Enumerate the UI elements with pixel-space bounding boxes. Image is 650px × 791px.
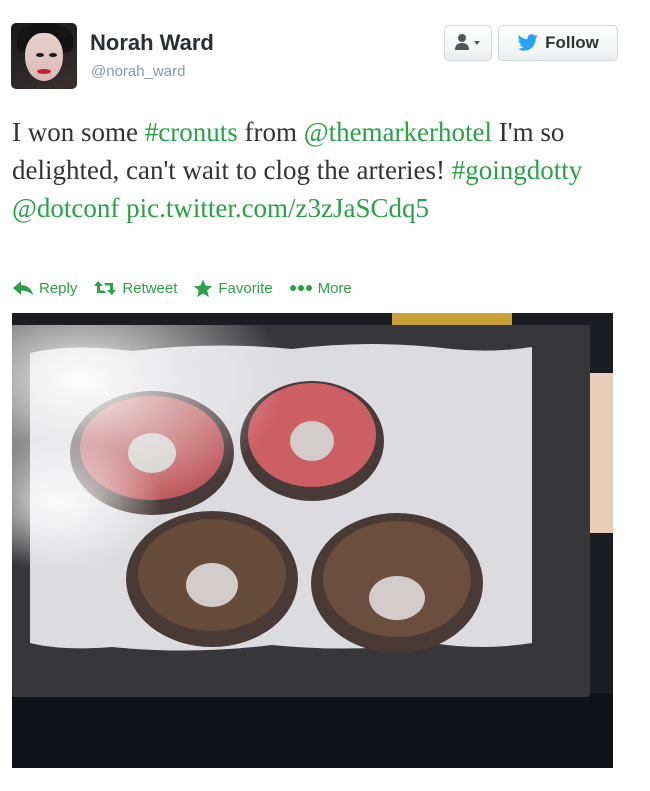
tweet-entity-link[interactable]: pic.twitter.com/z3zJaSCdq5 xyxy=(126,193,429,223)
user-actions-dropdown-button[interactable] xyxy=(444,25,492,61)
tweet-photo[interactable] xyxy=(12,313,613,768)
retweet-label: Retweet xyxy=(122,279,178,297)
reply-arrow-icon xyxy=(13,281,33,295)
user-handle[interactable]: @norah_ward xyxy=(91,63,185,80)
tweet-entity-link[interactable]: @themarkerhotel xyxy=(304,117,492,147)
retweet-button[interactable]: Retweet xyxy=(93,280,177,297)
cronut-box-image xyxy=(12,313,613,768)
reply-label: Reply xyxy=(39,279,78,297)
more-label: More xyxy=(317,279,352,297)
twitter-bird-icon xyxy=(517,34,538,51)
follow-label: Follow xyxy=(545,33,599,52)
tweet-text: I won some #cronuts from @themarkerhotel… xyxy=(12,113,637,227)
more-button[interactable]: More xyxy=(289,280,352,297)
tweet-entity-link[interactable]: #cronuts xyxy=(145,117,238,147)
display-name[interactable]: Norah Ward xyxy=(90,30,214,56)
avatar-eye-left xyxy=(36,53,44,57)
tweet-entity-link[interactable]: @dotconf xyxy=(12,193,119,223)
more-dots-icon xyxy=(289,285,312,291)
tweet-entity-link[interactable]: #goingdotty xyxy=(452,155,583,185)
user-dropdown-icon xyxy=(455,34,480,50)
tweet-text-segment: I won some xyxy=(12,117,145,147)
tweet-text-segment: from xyxy=(237,117,304,147)
avatar-lips xyxy=(37,69,51,74)
retweet-icon xyxy=(94,281,117,295)
favorite-label: Favorite xyxy=(218,279,273,297)
reply-button[interactable]: Reply xyxy=(12,280,77,297)
tweet-actions: Reply Retweet Favorite More xyxy=(12,276,368,300)
favorite-button[interactable]: Favorite xyxy=(193,279,273,298)
follow-button[interactable]: Follow xyxy=(498,25,618,61)
avatar[interactable] xyxy=(11,23,77,89)
avatar-eye-right xyxy=(49,53,57,57)
star-icon xyxy=(194,279,213,297)
